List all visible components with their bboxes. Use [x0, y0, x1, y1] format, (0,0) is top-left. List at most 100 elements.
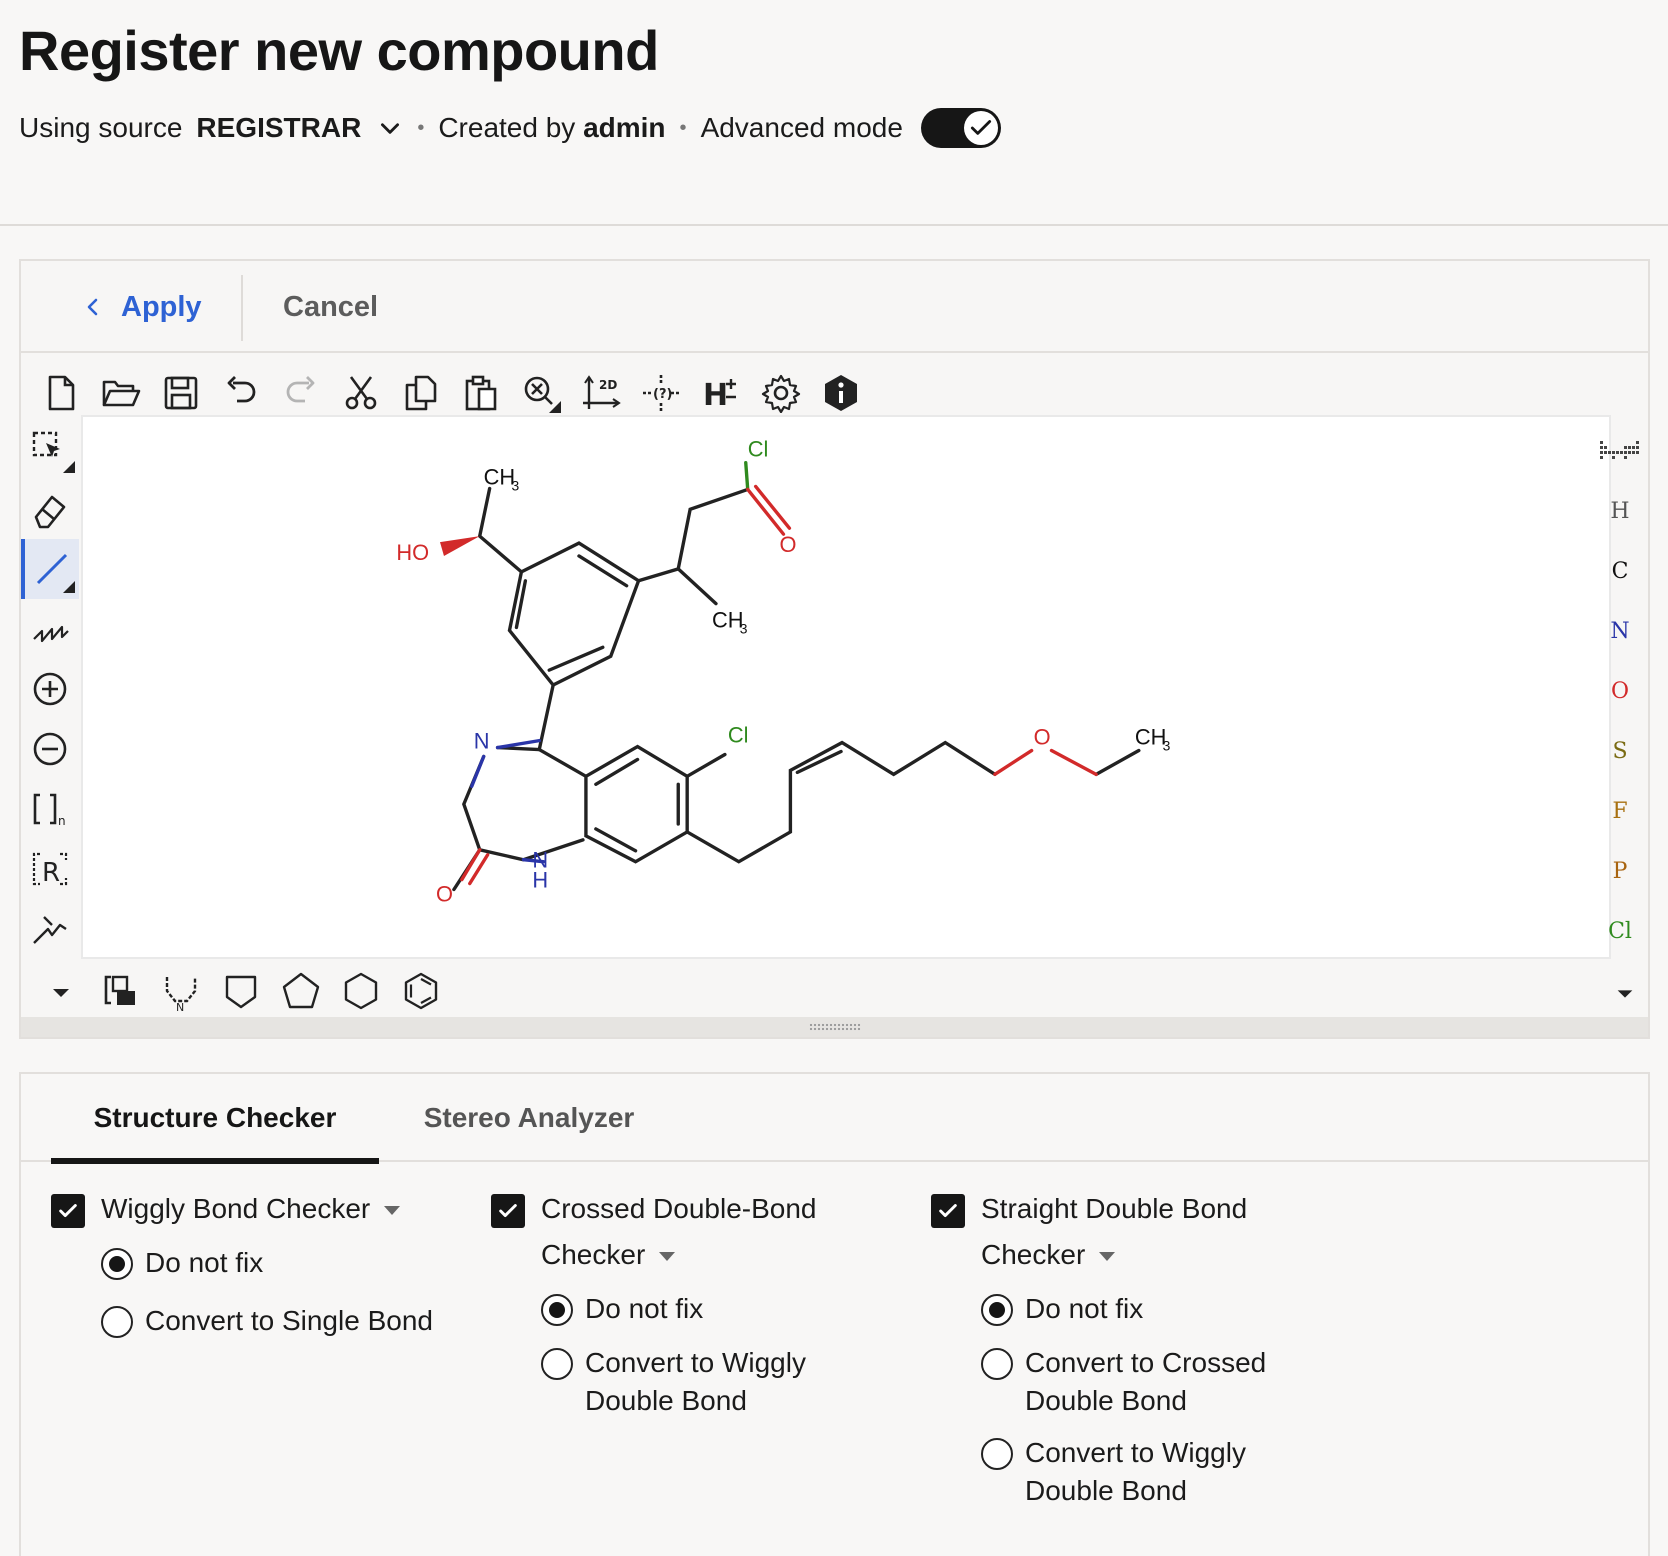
charge-plus-icon[interactable] [21, 659, 79, 719]
element-p[interactable]: P [1592, 841, 1648, 901]
wiggly-bond-checker-title: Wiggly Bond Checker [101, 1193, 371, 1224]
info-icon[interactable] [811, 365, 871, 421]
option-convert-wiggly-double-bond[interactable]: Convert to Wiggly Double Bond [541, 1344, 891, 1420]
select-icon[interactable] [21, 419, 79, 479]
action-divider [241, 275, 243, 341]
element-s[interactable]: S [1592, 721, 1648, 781]
cyclohexane-icon[interactable] [331, 963, 391, 1019]
radio-button[interactable] [981, 1348, 1013, 1380]
tab-structure-checker[interactable]: Structure Checker [51, 1074, 379, 1164]
wedge-bond [440, 536, 480, 556]
chain-icon[interactable] [21, 599, 79, 659]
chevron-down-icon[interactable] [377, 115, 403, 141]
expand-palette-icon[interactable] [1614, 983, 1636, 1005]
atom-label-ch3: CH [1135, 725, 1167, 750]
undo-icon[interactable] [211, 365, 271, 421]
wiggly-bond-checker: Wiggly Bond Checker Do not fix Convert t… [51, 1192, 451, 1340]
option-convert-crossed-double-bond[interactable]: Convert to Crossed Double Bond [981, 1344, 1351, 1420]
query-icon[interactable]: (?) [631, 365, 691, 421]
option-label: Convert to Wiggly Double Bond [585, 1347, 806, 1416]
redo-icon[interactable] [271, 365, 331, 421]
cancel-button[interactable]: Cancel [283, 287, 378, 327]
radio-button[interactable] [981, 1294, 1013, 1326]
caret-down-icon[interactable] [384, 1206, 401, 1216]
expand-menu-icon[interactable] [31, 963, 91, 1019]
atom-label-n: N [474, 729, 490, 754]
source-select[interactable]: REGISTRAR [196, 112, 361, 144]
option-label: Do not fix [1025, 1293, 1144, 1324]
save-icon[interactable] [151, 365, 211, 421]
checker-tabs: Structure Checker Stereo Analyzer [21, 1074, 1648, 1164]
element-c[interactable]: C [1592, 541, 1648, 601]
svg-text:(?): (?) [653, 387, 672, 402]
settings-icon[interactable] [751, 365, 811, 421]
svg-text:2D: 2D [599, 378, 617, 392]
page-title: Register new compound [19, 19, 659, 82]
periodic-table-icon[interactable] [1592, 421, 1648, 481]
element-h[interactable]: H [1592, 481, 1648, 541]
structure-editor: Apply Cancel 2D (?) H n R CH 3 HO Cl O C… [19, 259, 1650, 1039]
cut-icon[interactable] [331, 365, 391, 421]
element-n[interactable]: N [1592, 601, 1648, 661]
element-o[interactable]: O [1592, 661, 1648, 721]
atom-subscript: 3 [740, 620, 748, 636]
cyclobutane-icon[interactable] [211, 963, 271, 1019]
editor-left-toolbar: n R [21, 419, 79, 959]
template-icon[interactable] [91, 963, 151, 1019]
copy-icon[interactable] [391, 365, 451, 421]
atom-label-cl: Cl [748, 437, 769, 462]
option-do-not-fix[interactable]: Do not fix [101, 1244, 451, 1282]
advanced-mode-toggle[interactable] [920, 108, 1001, 148]
editor-action-bar: Apply Cancel [21, 261, 1648, 353]
svg-text:N: N [176, 1001, 184, 1011]
hydrogen-icon[interactable]: H [691, 365, 751, 421]
element-f[interactable]: F [1592, 781, 1648, 841]
cyclopentane-icon[interactable] [271, 963, 331, 1019]
paste-icon[interactable] [451, 365, 511, 421]
check-icon [963, 111, 998, 145]
charge-minus-icon[interactable] [21, 719, 79, 779]
sgroup-icon[interactable]: n [21, 779, 79, 839]
option-label: Do not fix [585, 1293, 704, 1324]
apply-label: Apply [121, 290, 202, 323]
wiggly-bond-checkbox[interactable] [51, 1194, 85, 1228]
single-bond-icon[interactable] [21, 539, 79, 599]
resize-handle[interactable] [21, 1017, 1648, 1037]
option-do-not-fix[interactable]: Do not fix [541, 1290, 891, 1328]
separator-dot: • [679, 116, 687, 139]
reaction-arrow-icon[interactable] [21, 899, 79, 959]
svg-text:n: n [58, 814, 66, 828]
benzene-icon[interactable] [391, 963, 451, 1019]
page-meta: Using source REGISTRAR • Created by admi… [19, 108, 1001, 148]
option-convert-wiggly-double-bond[interactable]: Convert to Wiggly Double Bond [981, 1434, 1351, 1510]
straight-double-bond-checkbox[interactable] [931, 1194, 965, 1228]
atom-label-ch3: CH [484, 465, 516, 490]
rgroup-icon[interactable]: R [21, 839, 79, 899]
radio-button[interactable] [981, 1438, 1013, 1470]
straight-double-bond-checker: Straight Double Bond Checker Do not fix … [931, 1192, 1351, 1510]
new-document-icon[interactable] [31, 365, 91, 421]
caret-down-icon[interactable] [659, 1252, 676, 1262]
open-folder-icon[interactable] [91, 365, 151, 421]
radio-button[interactable] [101, 1248, 133, 1280]
radio-button[interactable] [541, 1348, 573, 1380]
apply-button[interactable]: Apply [81, 287, 202, 327]
option-do-not-fix[interactable]: Do not fix [981, 1290, 1351, 1328]
element-cl[interactable]: Cl [1592, 901, 1648, 961]
radio-button[interactable] [101, 1306, 133, 1338]
n-ring-icon[interactable]: N [151, 963, 211, 1019]
caret-down-icon[interactable] [1099, 1252, 1116, 1262]
option-convert-single-bond[interactable]: Convert to Single Bond [101, 1302, 451, 1340]
tab-stereo-analyzer[interactable]: Stereo Analyzer [409, 1074, 649, 1162]
clean-zoom-icon[interactable] [511, 365, 571, 421]
eraser-icon[interactable] [21, 479, 79, 539]
crossed-double-bond-checker-title: Crossed Double-Bond Checker [541, 1193, 817, 1270]
radio-button[interactable] [541, 1294, 573, 1326]
svg-text:R: R [42, 858, 60, 888]
crossed-double-bond-checkbox[interactable] [491, 1194, 525, 1228]
atom-label-o: O [779, 532, 796, 557]
chevron-left-icon [87, 298, 98, 316]
drawing-canvas[interactable]: CH 3 HO Cl O CH 3 N Cl N H O O CH 3 [81, 415, 1611, 959]
atom-label-o: O [1034, 725, 1051, 750]
clean-2d-icon[interactable]: 2D [571, 365, 631, 421]
